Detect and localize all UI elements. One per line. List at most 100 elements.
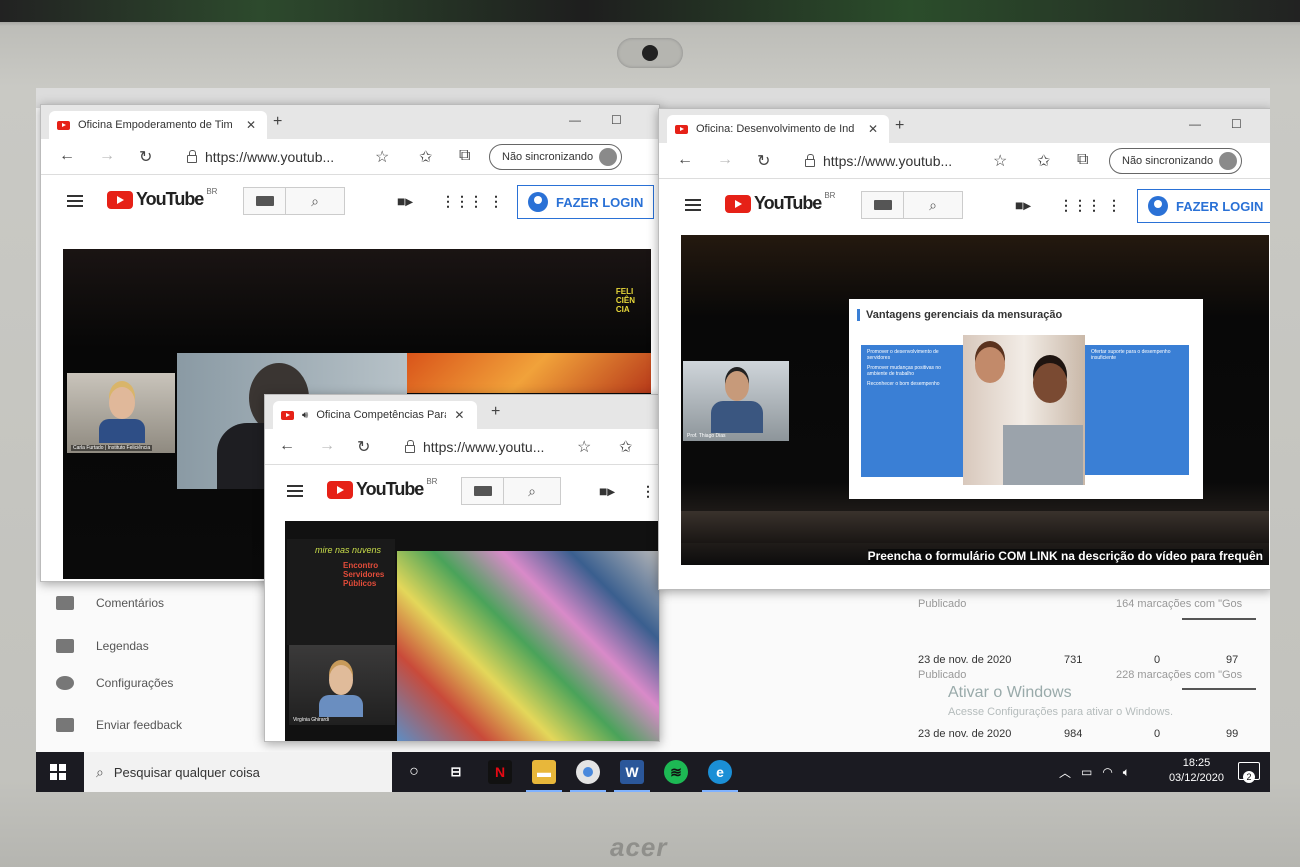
edge-icon[interactable]: e bbox=[702, 760, 738, 792]
favorites-list-icon[interactable]: ✩ bbox=[419, 147, 432, 167]
sync-status-button[interactable]: Não sincronizando bbox=[1109, 148, 1243, 174]
favorite-star-icon[interactable]: ☆ bbox=[993, 151, 1007, 171]
youtube-logo[interactable]: YouTube BR bbox=[107, 187, 218, 210]
wifi-icon[interactable]: ◠ bbox=[1102, 765, 1112, 779]
audio-playing-icon[interactable]: 🔊︎ bbox=[302, 410, 308, 421]
hamburger-menu-icon[interactable] bbox=[67, 195, 83, 207]
refresh-icon[interactable]: ↻ bbox=[757, 151, 770, 171]
collections-icon[interactable]: ⧉ bbox=[459, 147, 470, 165]
search-box[interactable]: ⌕ bbox=[861, 191, 963, 219]
menu-item-label: Configurações bbox=[96, 676, 174, 690]
new-tab-icon[interactable]: + bbox=[895, 117, 904, 135]
published-label: Publicado bbox=[918, 598, 967, 610]
battery-icon[interactable]: ▭ bbox=[1081, 765, 1092, 779]
menu-item-label: Comentários bbox=[96, 596, 165, 610]
minimize-icon[interactable]: — bbox=[569, 113, 581, 127]
search-box[interactable]: ⌕ bbox=[461, 477, 561, 505]
more-options-icon[interactable]: ⋮ bbox=[1107, 197, 1121, 214]
netflix-icon[interactable]: N bbox=[488, 760, 512, 784]
clock-date: 03/12/2020 bbox=[1168, 772, 1224, 784]
forward-icon[interactable]: → bbox=[99, 147, 115, 165]
youtube-logo[interactable]: YouTube BR bbox=[725, 191, 835, 214]
close-tab-icon[interactable]: ✕ bbox=[246, 118, 256, 132]
sync-status-button[interactable]: Não sincronizando bbox=[489, 144, 623, 170]
likes-bar bbox=[1182, 688, 1256, 690]
menu-item-settings[interactable]: Configurações bbox=[56, 676, 173, 690]
chevron-up-icon[interactable]: ︿ bbox=[1059, 764, 1071, 781]
youtube-logo-icon bbox=[107, 190, 133, 209]
keyboard-icon[interactable] bbox=[862, 192, 904, 218]
login-button[interactable]: FAZER LOGIN bbox=[1137, 189, 1270, 223]
favorite-star-icon[interactable]: ☆ bbox=[577, 437, 591, 457]
apps-grid-icon[interactable]: ⋮⋮⋮ bbox=[1059, 197, 1101, 214]
photo-person-2 bbox=[1033, 363, 1067, 403]
back-icon[interactable]: ← bbox=[279, 437, 295, 455]
address-bar[interactable]: https://www.youtu... bbox=[405, 435, 587, 459]
laptop-bezel: acer Comentários Legendas Configurações bbox=[0, 0, 1300, 867]
new-tab-icon[interactable]: + bbox=[273, 113, 282, 131]
participant-name: Virgínia Ghirardi bbox=[293, 717, 330, 723]
close-tab-icon[interactable]: ✕ bbox=[454, 408, 464, 422]
create-video-icon[interactable]: ■▸ bbox=[599, 483, 614, 500]
windows-start-icon[interactable] bbox=[50, 764, 66, 780]
windows-taskbar: ⌕ Pesquisar qualquer coisa ○ ⊟ N ▬ W ≋ e… bbox=[36, 752, 1270, 792]
login-button[interactable]: FAZER LOGIN bbox=[517, 185, 655, 219]
favorites-list-icon[interactable]: ✩ bbox=[1037, 151, 1050, 171]
search-icon[interactable]: ⌕ bbox=[904, 192, 962, 218]
chrome-icon[interactable] bbox=[570, 760, 606, 792]
clock-time: 18:25 bbox=[1182, 757, 1211, 769]
tab-oficina-empoderamento[interactable]: Oficina Empoderamento de Tim ✕ bbox=[49, 111, 267, 139]
word-icon[interactable]: W bbox=[614, 760, 650, 792]
participant-name: Prof. Thiago Dias bbox=[687, 433, 726, 439]
youtube-logo[interactable]: YouTube BR bbox=[327, 477, 437, 500]
more-options-icon[interactable]: ⋮ bbox=[489, 193, 503, 210]
video-player[interactable]: Prof. Thiago Dias Vantagens gerenciais d… bbox=[681, 235, 1269, 565]
favorite-star-icon[interactable]: ☆ bbox=[375, 147, 389, 167]
refresh-icon[interactable]: ↻ bbox=[139, 147, 152, 167]
volume-icon[interactable]: 🔈︎ bbox=[1123, 765, 1130, 780]
back-icon[interactable]: ← bbox=[677, 151, 693, 169]
refresh-icon[interactable]: ↻ bbox=[357, 437, 370, 457]
back-icon[interactable]: ← bbox=[59, 147, 75, 165]
menu-item-feedback[interactable]: Enviar feedback bbox=[56, 718, 182, 732]
browser-window-2[interactable]: Oficina: Desenvolvimento de Ind ✕ + — ☐ … bbox=[658, 108, 1270, 590]
forward-icon[interactable]: → bbox=[717, 151, 733, 169]
notifications-icon[interactable]: 2 bbox=[1238, 762, 1260, 783]
region-code: BR bbox=[206, 187, 218, 196]
search-icon[interactable]: ⌕ bbox=[504, 478, 560, 504]
menu-item-comments[interactable]: Comentários bbox=[56, 596, 164, 610]
close-tab-icon[interactable]: ✕ bbox=[868, 122, 878, 136]
address-bar[interactable]: https://www.youtub... bbox=[187, 145, 377, 169]
search-box[interactable]: ⌕ bbox=[243, 187, 345, 215]
spotify-icon[interactable]: ≋ bbox=[664, 760, 688, 784]
apps-grid-icon[interactable]: ⋮⋮⋮ bbox=[441, 193, 483, 210]
menu-item-subtitles[interactable]: Legendas bbox=[56, 639, 149, 653]
video-player[interactable]: mire nas nuvens Encontro Servidores Públ… bbox=[285, 521, 659, 741]
hamburger-menu-icon[interactable] bbox=[685, 199, 701, 211]
create-video-icon[interactable]: ■▸ bbox=[397, 193, 412, 210]
forward-icon[interactable]: → bbox=[319, 437, 335, 455]
cortana-icon[interactable]: ○ bbox=[402, 760, 426, 784]
participant-face bbox=[725, 371, 749, 401]
account-icon bbox=[1148, 196, 1168, 216]
tab-oficina-competencias[interactable]: 🔊︎ Oficina Competências Para ✕ bbox=[273, 401, 477, 429]
hamburger-menu-icon[interactable] bbox=[287, 485, 303, 497]
keyboard-icon[interactable] bbox=[462, 478, 504, 504]
system-clock[interactable]: 18:25 03/12/2020 bbox=[1169, 756, 1224, 786]
create-video-icon[interactable]: ■▸ bbox=[1015, 197, 1030, 214]
tab-oficina-desenvolvimento[interactable]: Oficina: Desenvolvimento de Ind ✕ bbox=[667, 115, 889, 143]
minimize-icon[interactable]: — bbox=[1189, 117, 1201, 131]
task-view-icon[interactable]: ⊟ bbox=[444, 760, 468, 784]
collections-icon[interactable]: ⧉ bbox=[1077, 151, 1088, 169]
slide-right-panel: Ofertar suporte para o desempenho insufi… bbox=[1085, 345, 1189, 475]
search-icon[interactable]: ⌕ bbox=[286, 188, 344, 214]
taskbar-search-input[interactable]: ⌕ Pesquisar qualquer coisa bbox=[84, 752, 392, 792]
file-explorer-icon[interactable]: ▬ bbox=[526, 760, 562, 792]
maximize-icon[interactable]: ☐ bbox=[1231, 117, 1242, 131]
keyboard-icon[interactable] bbox=[244, 188, 286, 214]
favorites-list-icon[interactable]: ✩ bbox=[619, 437, 632, 457]
new-tab-icon[interactable]: + bbox=[491, 403, 500, 421]
address-bar[interactable]: https://www.youtub... bbox=[805, 149, 995, 173]
maximize-icon[interactable]: ☐ bbox=[611, 113, 622, 127]
browser-window-3[interactable]: 🔊︎ Oficina Competências Para ✕ + ← → ↻ h… bbox=[264, 394, 660, 742]
